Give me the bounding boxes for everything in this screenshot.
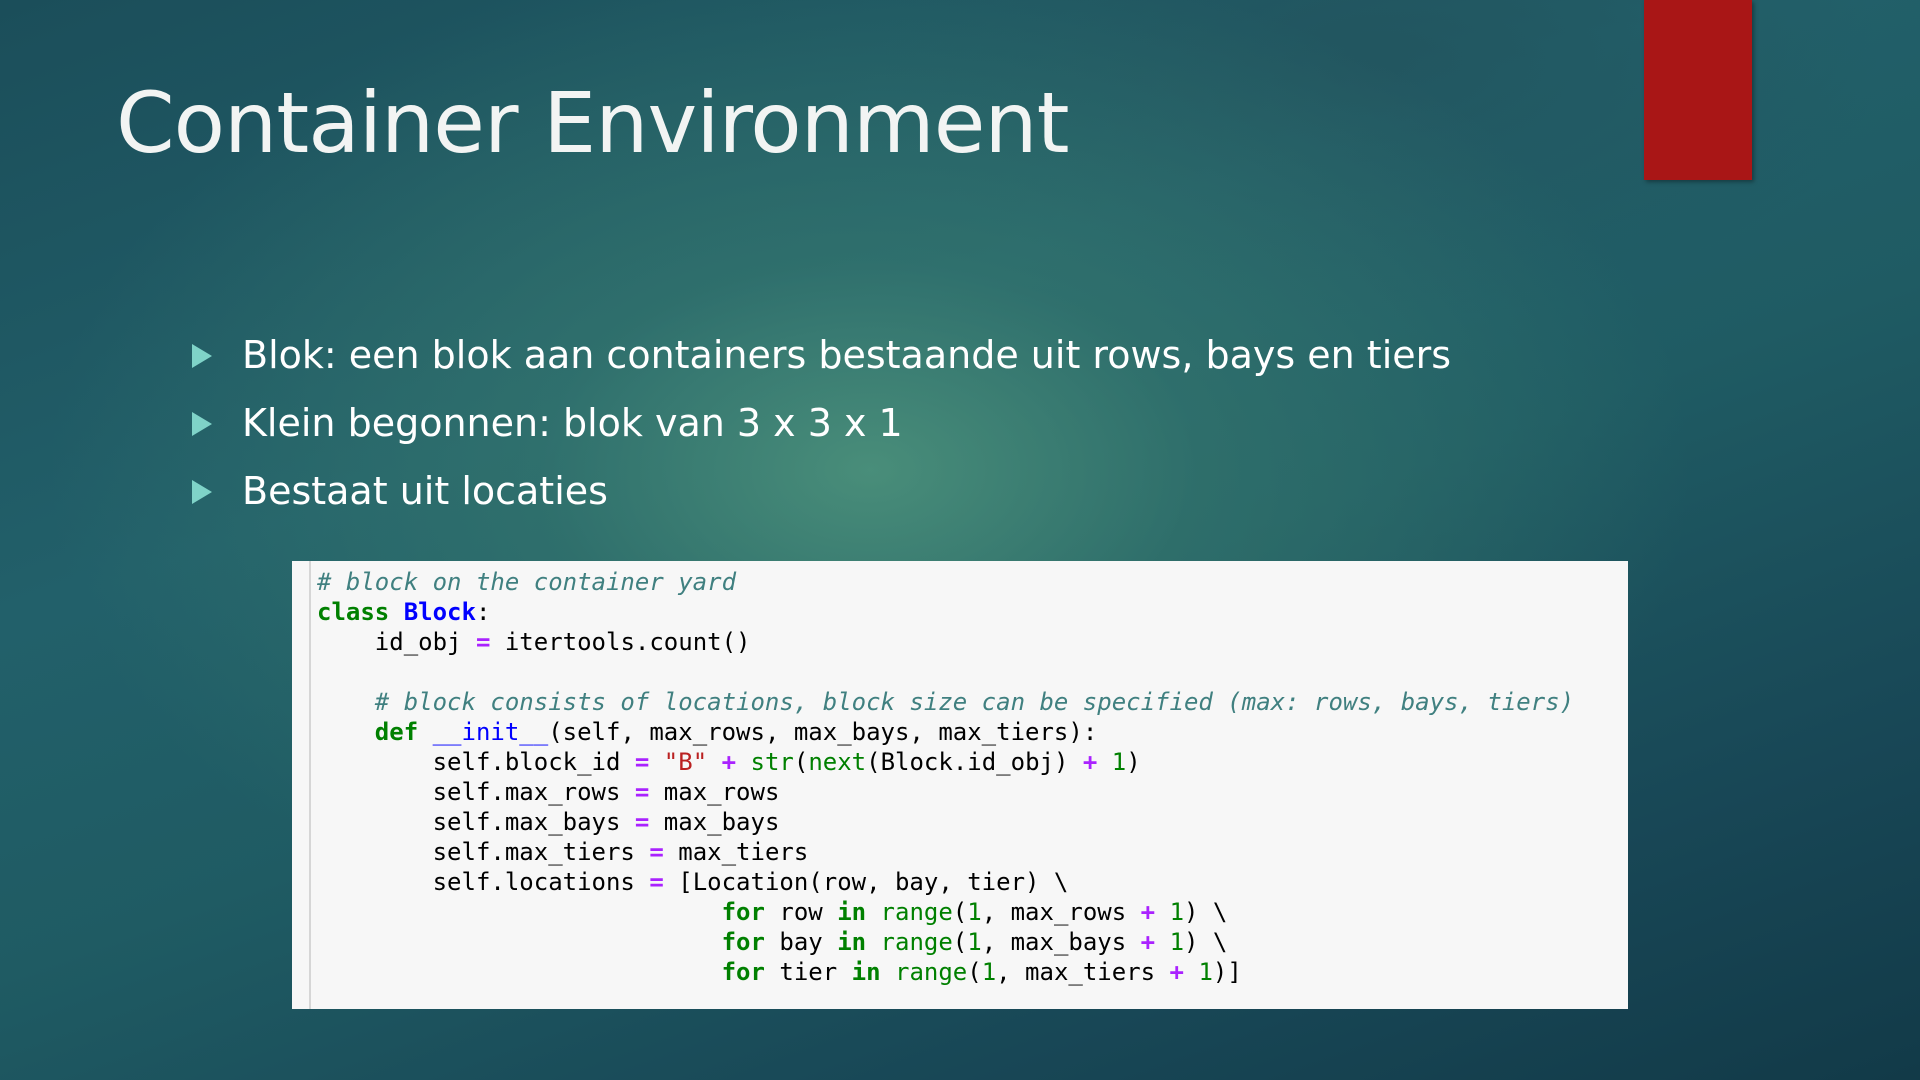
bullet-item: Bestaat uit locaties <box>190 462 1451 530</box>
bullet-text: Klein begonnen: blok van 3 x 3 x 1 <box>242 401 903 445</box>
triangle-bullet-icon <box>192 344 212 368</box>
slide-title: Container Environment <box>116 74 1070 172</box>
bullet-item: Klein begonnen: blok van 3 x 3 x 1 <box>190 394 1451 462</box>
code-line: self.max_tiers = max_tiers <box>317 838 809 866</box>
code-line: self.max_bays = max_bays <box>317 808 780 836</box>
code-screenshot: # block on the container yard class Block… <box>292 561 1628 1009</box>
triangle-bullet-icon <box>192 412 212 436</box>
code-line: id_obj = itertools.count() <box>317 628 751 656</box>
code-line: self.locations = [Location(row, bay, tie… <box>317 868 1069 896</box>
code-line: self.max_rows = max_rows <box>317 778 780 806</box>
code-line: for row in range(1, max_rows + 1) \ <box>721 898 1228 926</box>
code-line: # block on the container yard <box>317 568 737 596</box>
red-accent-bar <box>1644 0 1752 180</box>
bullet-item: Blok: een blok aan containers bestaande … <box>190 326 1451 394</box>
code-gutter-line <box>309 561 311 1009</box>
bullet-text: Blok: een blok aan containers bestaande … <box>242 333 1452 377</box>
code-block: # block on the container yard class Block… <box>317 567 1574 987</box>
code-line: def __init__(self, max_rows, max_bays, m… <box>374 718 1098 746</box>
bullet-text: Bestaat uit locaties <box>242 469 608 513</box>
code-line: for tier in range(1, max_tiers + 1)] <box>721 958 1242 986</box>
bullet-list: Blok: een blok aan containers bestaande … <box>190 326 1451 530</box>
code-line: self.block_id = "B" + str(next(Block.id_… <box>317 748 1141 776</box>
code-line: for bay in range(1, max_bays + 1) \ <box>721 928 1228 956</box>
code-line: class Block: <box>317 598 491 626</box>
code-line: # block consists of locations, block siz… <box>317 688 1575 716</box>
triangle-bullet-icon <box>192 480 212 504</box>
